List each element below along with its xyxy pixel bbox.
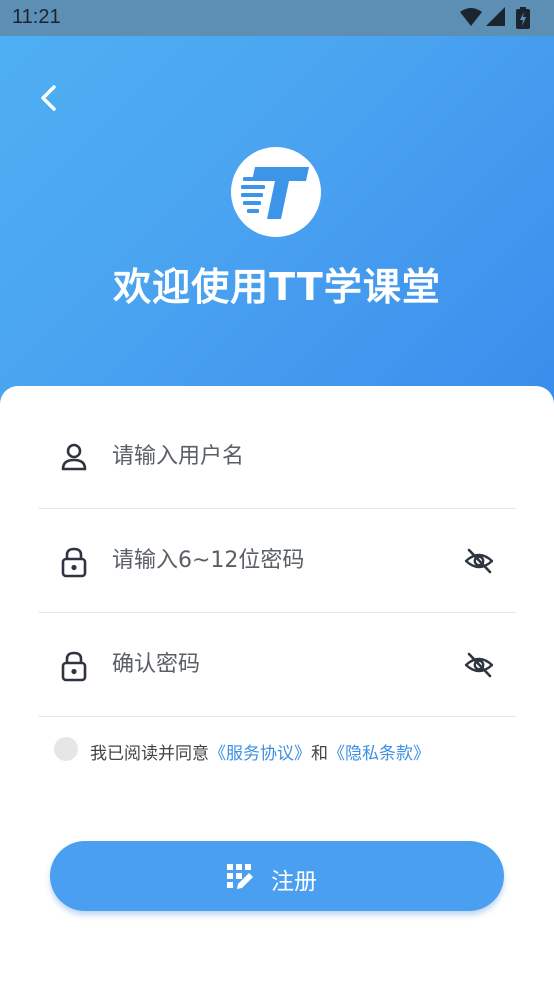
service-agreement-link[interactable]: 《服务协议》 (209, 744, 311, 764)
agreement-and: 和 (311, 744, 328, 764)
app-logo (231, 147, 321, 237)
user-icon (60, 442, 88, 472)
battery-icon (516, 7, 530, 33)
password-field (38, 508, 516, 613)
eye-off-icon[interactable] (464, 650, 494, 680)
register-button[interactable]: 注册 (50, 841, 504, 911)
page-title: 欢迎使用TT学课堂 (113, 265, 441, 309)
status-time: 11:21 (12, 6, 61, 28)
username-input[interactable] (112, 438, 442, 474)
back-button[interactable] (34, 82, 66, 114)
username-field (38, 404, 516, 509)
register-button-label: 注册 (271, 869, 317, 895)
confirm-password-field (38, 612, 516, 717)
agreement-checkbox[interactable] (54, 737, 78, 761)
privacy-policy-link[interactable]: 《隐私条款》 (328, 744, 430, 764)
status-bar: 11:21 (0, 0, 554, 36)
signal-icon (486, 7, 506, 31)
eye-off-icon[interactable] (464, 546, 494, 576)
lock-icon (60, 546, 88, 578)
confirm-password-input[interactable] (112, 646, 442, 682)
status-icons (460, 7, 544, 29)
agreement-prefix: 我已阅读并同意 (90, 744, 209, 764)
password-input[interactable] (112, 542, 442, 578)
wifi-icon (460, 7, 482, 31)
agreement-text: 我已阅读并同意《服务协议》和《隐私条款》 (90, 739, 430, 764)
chevron-left-icon (41, 85, 56, 111)
register-icon (226, 863, 254, 891)
lock-icon (60, 650, 88, 682)
